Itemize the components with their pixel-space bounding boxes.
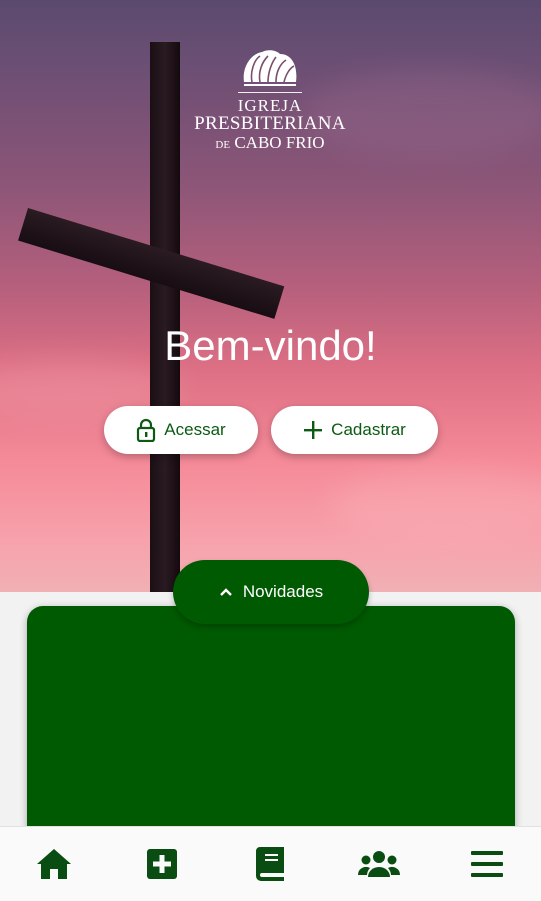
nav-bible[interactable] (240, 834, 300, 894)
news-toggle-label: Novidades (242, 582, 324, 601)
home-icon (37, 849, 72, 879)
logo-text-city: CABO FRIO (234, 133, 325, 152)
signup-button-label: Cadastrar (331, 420, 406, 439)
news-toggle-button[interactable]: Novidades (173, 560, 369, 624)
chevron-up-icon (219, 588, 232, 596)
plus-icon (304, 421, 323, 439)
logo-text-line1: IGREJA (237, 96, 303, 115)
nav-members[interactable] (349, 834, 409, 894)
logo-text-line3: DE CABO FRIO (180, 134, 360, 154)
nav-medical[interactable] (132, 834, 192, 894)
sky-cloud (330, 470, 541, 540)
logo-divider (238, 92, 302, 93)
bush-logo-icon (243, 50, 297, 86)
church-logo: IGREJA PRESBITERIANA DE CABO FRIO (180, 48, 360, 154)
logo-text-line2: PRESBITERIANA (194, 113, 346, 134)
medical-plus-icon (147, 849, 178, 879)
login-button[interactable]: Acessar (104, 406, 258, 454)
signup-button[interactable]: Cadastrar (271, 406, 438, 454)
nav-menu[interactable] (457, 834, 517, 894)
cross-image-vertical (150, 42, 180, 592)
hero-banner: IGREJA PRESBITERIANA DE CABO FRIO Bem-vi… (0, 0, 541, 592)
logo-text-prefix: DE (215, 139, 231, 151)
nav-home[interactable] (24, 834, 84, 894)
menu-icon (470, 851, 503, 877)
users-icon (357, 851, 400, 877)
lock-icon (137, 418, 156, 442)
welcome-title: Bem-vindo! (164, 322, 377, 369)
bottom-navigation (0, 826, 541, 901)
book-icon (256, 847, 285, 881)
login-button-label: Acessar (164, 420, 226, 439)
news-panel (27, 606, 515, 846)
